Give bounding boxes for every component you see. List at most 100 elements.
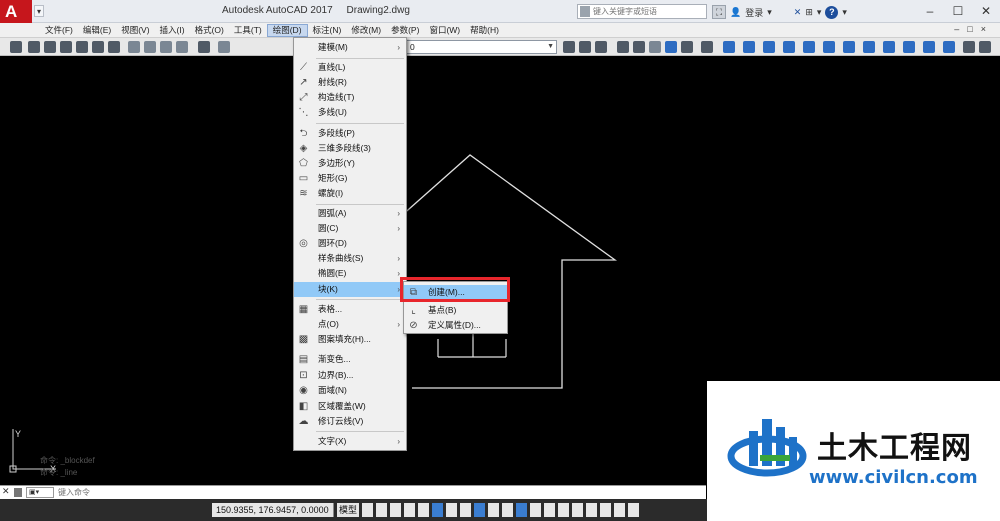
maximize-button[interactable]: ☐ (944, 0, 972, 23)
dim-jogged-icon[interactable] (823, 41, 835, 53)
menu-item-xline[interactable]: ⤢ 构造线(T) (294, 90, 406, 105)
new-icon[interactable] (10, 41, 22, 53)
menu-item-rectangle[interactable]: ▭ 矩形(G) (294, 171, 406, 186)
lineweight-icon[interactable] (488, 503, 499, 517)
layer-properties-icon[interactable] (563, 41, 575, 53)
help-dropdown-icon[interactable]: ▾ (842, 7, 847, 18)
open-icon[interactable] (28, 41, 40, 53)
menu-item-hatch[interactable]: ▩ 图案填充(H)... (294, 332, 406, 347)
dim-continue-icon[interactable] (903, 41, 915, 53)
login-dropdown-icon[interactable]: ▾ (767, 7, 772, 18)
close-button[interactable]: ✕ (972, 0, 1000, 23)
object-snap-tracking-icon[interactable] (460, 503, 471, 517)
menu-help[interactable]: 帮助(H) (465, 24, 504, 37)
close-icon[interactable]: ✕ (2, 486, 10, 497)
pan-icon[interactable] (218, 41, 230, 53)
coordinates-readout[interactable]: 150.9355, 176.9457, 0.0000 (212, 503, 334, 517)
recent-commands-dropdown[interactable]: ▣▾ (26, 487, 54, 498)
isodraft-icon[interactable] (446, 503, 457, 517)
annotation-scale-icon[interactable] (614, 503, 625, 517)
preview-icon[interactable] (76, 41, 88, 53)
menu-item-region[interactable]: ◉ 面域(N) (294, 383, 406, 398)
menu-item-revcloud[interactable]: ☁ 修订云线(V) (294, 414, 406, 429)
help-icon[interactable]: ? (825, 5, 839, 19)
selection-cycling-icon[interactable] (516, 503, 527, 517)
command-input[interactable] (58, 487, 698, 498)
walk-icon[interactable] (979, 41, 991, 53)
menu-window[interactable]: 窗口(W) (424, 24, 465, 37)
menu-item-modeling[interactable]: 建模(M) › (294, 40, 406, 55)
transparency-icon[interactable] (502, 503, 513, 517)
dim-ordinate-icon[interactable] (783, 41, 795, 53)
gizmo-icon[interactable] (572, 503, 583, 517)
dynamic-ucs-icon[interactable] (544, 503, 555, 517)
3d-print-icon[interactable] (108, 41, 120, 53)
menu-item-mline[interactable]: ⋱ 多线(U) (294, 105, 406, 120)
menu-edit[interactable]: 编辑(E) (78, 24, 116, 37)
menu-parametric[interactable]: 参数(P) (386, 24, 424, 37)
menu-file[interactable]: 文件(F) (40, 24, 78, 37)
material-icon[interactable] (681, 41, 693, 53)
workspace-icon[interactable] (628, 503, 639, 517)
layer-previous-icon[interactable] (595, 41, 607, 53)
menu-item-ellipse[interactable]: 椭圆(E) › (294, 266, 406, 281)
menu-modify[interactable]: 修改(M) (346, 24, 386, 37)
menu-item-block[interactable]: 块(K) › (294, 282, 406, 297)
dim-baseline-icon[interactable] (883, 41, 895, 53)
menu-item-3dpoly[interactable]: ◈ 三维多段线(3) (294, 141, 406, 156)
menu-item-point[interactable]: 点(O) › (294, 317, 406, 332)
selection-filter-icon[interactable] (558, 503, 569, 517)
menu-item-line[interactable]: ⟋ 直线(L) (294, 60, 406, 75)
menu-item-spline[interactable]: 样条曲线(S) › (294, 251, 406, 266)
dim-radius-icon[interactable] (803, 41, 815, 53)
exchange-icon[interactable]: ✕ (794, 7, 802, 18)
render-icon[interactable] (649, 41, 661, 53)
visual-style-icon[interactable] (633, 41, 645, 53)
auto-scale-icon[interactable] (600, 503, 611, 517)
lights-icon[interactable] (701, 41, 713, 53)
menu-dropdown-icon[interactable]: ▾ (817, 7, 822, 18)
search-input[interactable] (593, 6, 703, 17)
minimize-button[interactable]: – (916, 0, 944, 23)
menu-item-ray[interactable]: ↗ 射线(R) (294, 75, 406, 90)
submenu-item-base-point[interactable]: ⌞ 基点(B) (404, 303, 507, 318)
menu-item-polyline[interactable]: ⮌ 多段线(P) (294, 126, 406, 141)
grid-icon[interactable] (362, 503, 373, 517)
undo-icon[interactable] (198, 41, 210, 53)
menu-view[interactable]: 视图(V) (116, 24, 154, 37)
orbit-icon[interactable] (963, 41, 975, 53)
annotation-visibility-icon[interactable] (586, 503, 597, 517)
dim-break-icon[interactable] (943, 41, 955, 53)
menu-item-circle[interactable]: 圆(C) › (294, 221, 406, 236)
object-snap-icon[interactable] (474, 503, 485, 517)
dim-linear-icon[interactable] (723, 41, 735, 53)
wrench-icon[interactable] (14, 488, 22, 497)
sphere-icon[interactable] (665, 41, 677, 53)
3d-osnap-icon[interactable] (530, 503, 541, 517)
menu-format[interactable]: 格式(O) (190, 24, 229, 37)
layer-state-icon[interactable] (579, 41, 591, 53)
dim-arc-icon[interactable] (763, 41, 775, 53)
copy-icon[interactable] (144, 41, 156, 53)
color-icon[interactable] (617, 41, 629, 53)
login-link[interactable]: 登录 (745, 6, 763, 19)
menu-tools[interactable]: 工具(T) (229, 24, 267, 37)
menu-draw[interactable]: 绘图(D) (266, 24, 308, 37)
menu-item-arc[interactable]: 圆弧(A) › (294, 206, 406, 221)
paste-icon[interactable] (160, 41, 172, 53)
document-window-controls[interactable]: –□× (954, 24, 994, 34)
polar-icon[interactable] (432, 503, 443, 517)
menu-item-helix[interactable]: ≋ 螺旋(I) (294, 186, 406, 201)
publish-icon[interactable] (92, 41, 104, 53)
model-space-button[interactable]: 模型 (337, 503, 359, 517)
dynamic-input-icon[interactable] (404, 503, 415, 517)
dim-space-icon[interactable] (923, 41, 935, 53)
snap-icon[interactable] (376, 503, 387, 517)
ortho-icon[interactable] (418, 503, 429, 517)
search-box[interactable] (577, 4, 707, 19)
menu-item-donut[interactable]: ◎ 圆环(D) (294, 236, 406, 251)
save-icon[interactable] (44, 41, 56, 53)
menu-insert[interactable]: 插入(I) (155, 24, 190, 37)
a360-icon[interactable]: ⊞ (805, 7, 813, 18)
user-icon[interactable]: 👤 (730, 7, 741, 18)
